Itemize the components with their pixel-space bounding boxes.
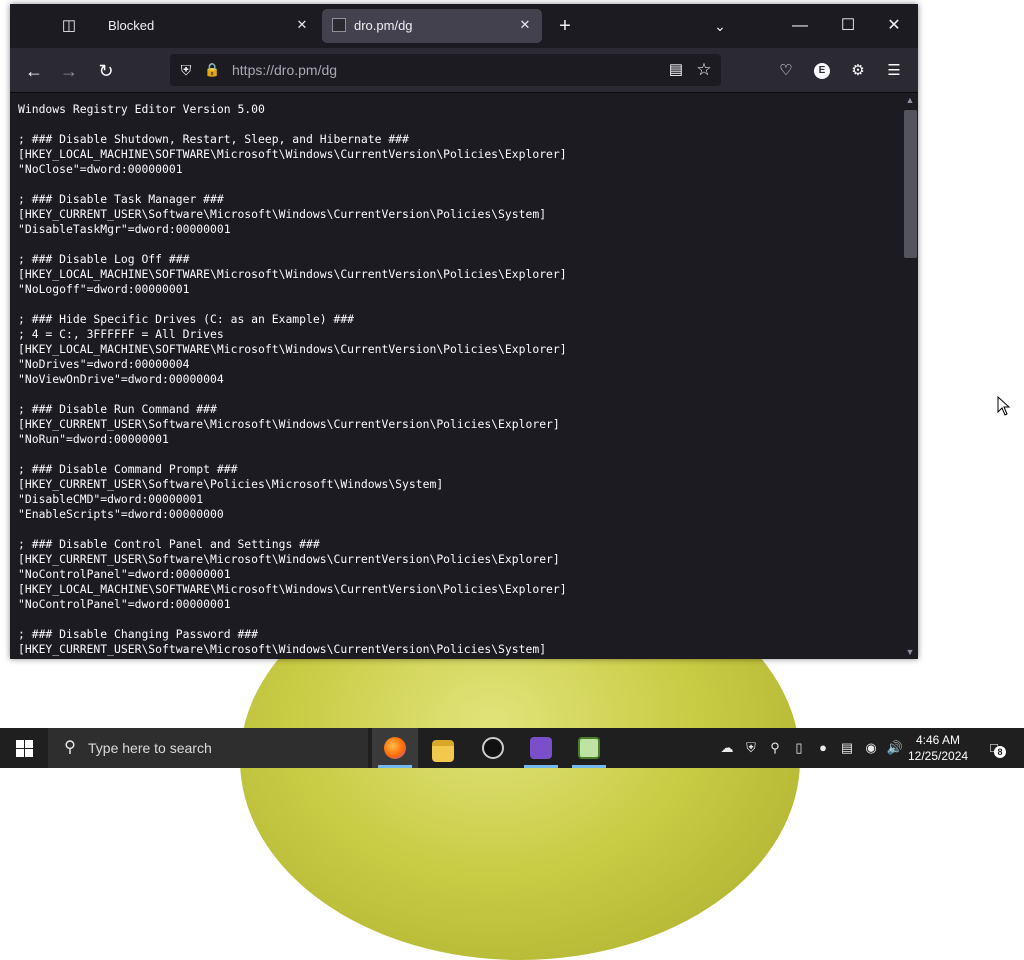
reader-view-icon[interactable]: ▤	[666, 60, 686, 80]
pocket-icon[interactable]: ♡	[774, 59, 798, 83]
clock-date: 12/25/2024	[908, 749, 969, 763]
network-icon[interactable]: ▤	[836, 728, 858, 768]
scroll-down-icon[interactable]: ▼	[902, 645, 918, 659]
close-tab-icon[interactable]: ✕	[516, 16, 534, 34]
vertical-scrollbar[interactable]: ▲ ▼	[902, 93, 918, 659]
defender-icon[interactable]: ⛨	[740, 728, 762, 768]
app-icon	[482, 737, 504, 759]
list-all-tabs-icon[interactable]: ⌄	[710, 16, 730, 36]
notepad-icon	[578, 737, 600, 759]
tab-dro-pm[interactable]: dro.pm/dg ✕	[322, 9, 542, 43]
scroll-up-icon[interactable]: ▲	[902, 93, 918, 107]
taskbar: ⚲ Type here to search ☁ ⛨ ⚲ ▯ ● ▤ ◉ 🔊 4:…	[0, 728, 1024, 768]
taskbar-notepad[interactable]	[566, 728, 612, 768]
taskbar-app[interactable]	[470, 728, 516, 768]
volume-icon[interactable]: 🔊	[884, 728, 906, 768]
firefox-view-icon[interactable]: ◫	[58, 15, 80, 37]
taskbar-firefox[interactable]	[372, 728, 418, 768]
tab-title: dro.pm/dg	[354, 18, 413, 33]
close-window-button[interactable]: ✕	[874, 12, 914, 40]
account-avatar: E	[814, 63, 830, 80]
search-icon: ⚲	[64, 739, 76, 756]
mouse-cursor-icon	[997, 396, 1011, 416]
address-bar[interactable]: ⛨ 🔒 https://dro.pm/dg ▤ ☆	[170, 54, 721, 86]
extensions-icon[interactable]: ⚙	[846, 59, 870, 83]
lock-icon[interactable]: 🔒	[204, 61, 220, 79]
search-placeholder: Type here to search	[88, 740, 212, 756]
file-explorer-icon	[432, 740, 454, 762]
tracking-protection-icon[interactable]: ⛨	[178, 61, 194, 79]
security-app-icon[interactable]: ◉	[860, 728, 882, 768]
tab-title: Blocked	[108, 18, 155, 33]
browser-window: ◫ Blocked ✕ dro.pm/dg ✕ + ⌄ — ☐ ✕ ← → ↻ …	[10, 4, 918, 659]
page-favicon-icon	[332, 18, 346, 32]
maximize-button[interactable]: ☐	[828, 12, 868, 40]
menu-icon[interactable]: ☰	[882, 59, 906, 83]
new-tab-button[interactable]: +	[554, 16, 576, 38]
back-button[interactable]: ←	[22, 59, 46, 83]
registry-text: Windows Registry Editor Version 5.00 ; #…	[18, 102, 567, 656]
taskbar-visual-studio[interactable]	[518, 728, 564, 768]
minimize-button[interactable]: —	[780, 12, 820, 40]
taskbar-clock[interactable]: 4:46 AM 12/25/2024	[908, 732, 968, 764]
url-text[interactable]: https://dro.pm/dg	[232, 62, 337, 78]
windows-logo-icon	[16, 740, 33, 757]
tab-blocked[interactable]: Blocked ✕	[94, 9, 319, 43]
firefox-icon	[384, 737, 406, 759]
visual-studio-icon	[530, 737, 552, 759]
notification-badge: 8	[994, 746, 1006, 758]
clock-time: 4:46 AM	[915, 733, 961, 747]
usb-icon[interactable]: ▯	[788, 728, 810, 768]
scrollbar-thumb[interactable]	[904, 110, 917, 258]
taskbar-search-box[interactable]: ⚲ Type here to search	[48, 728, 368, 768]
account-button[interactable]: E	[810, 59, 834, 83]
notification-center-button[interactable]: □ 8	[982, 738, 1006, 760]
key-icon[interactable]: ⚲	[764, 728, 786, 768]
microphone-icon[interactable]: ●	[812, 728, 834, 768]
reload-button[interactable]: ↻	[94, 59, 118, 83]
start-button[interactable]	[0, 728, 48, 768]
forward-button[interactable]: →	[57, 59, 81, 83]
taskbar-file-explorer[interactable]	[420, 728, 466, 768]
onedrive-icon[interactable]: ☁	[716, 728, 738, 768]
page-content[interactable]: Windows Registry Editor Version 5.00 ; #…	[10, 93, 902, 659]
bookmark-star-icon[interactable]: ☆	[694, 60, 714, 80]
navigation-toolbar: ← → ↻ ⛨ 🔒 https://dro.pm/dg ▤ ☆ ♡ E ⚙ ☰	[10, 48, 918, 93]
tab-bar: ◫ Blocked ✕ dro.pm/dg ✕ + ⌄ — ☐ ✕	[10, 4, 918, 48]
close-tab-icon[interactable]: ✕	[293, 16, 311, 34]
